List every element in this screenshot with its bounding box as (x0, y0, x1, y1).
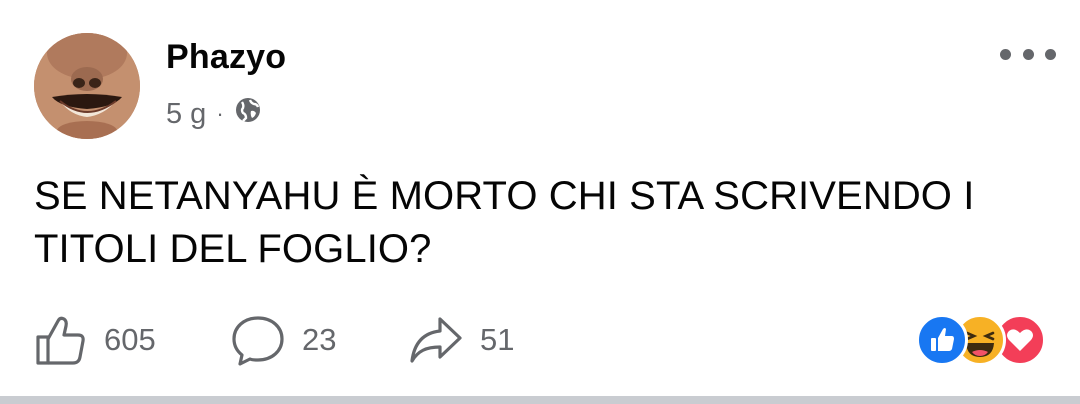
share-button[interactable]: 51 (408, 310, 514, 370)
post-meta: 5 g · (166, 96, 262, 132)
avatar-image (34, 33, 140, 139)
like-count: 605 (104, 322, 156, 357)
author-name[interactable]: Phazyo (166, 38, 286, 77)
post-text: SE NETANYAHU È MORTO CHI STA SCRIVENDO I… (34, 174, 975, 271)
like-reaction-icon (916, 314, 968, 366)
more-dot-icon (1000, 48, 1011, 60)
comment-button[interactable]: 23 (230, 310, 336, 370)
share-count: 51 (480, 322, 515, 357)
like-button[interactable]: 605 (34, 310, 156, 370)
more-dot-icon (1022, 48, 1034, 60)
reactions-summary[interactable] (916, 314, 1048, 366)
post-card: Phazyo 5 g · SE NETANYAHU È MORTO CHI ST… (0, 0, 1080, 404)
more-dot-icon (1045, 48, 1056, 60)
share-arrow-icon (410, 317, 462, 363)
globe-icon[interactable] (234, 96, 262, 132)
meta-separator: · (216, 101, 224, 126)
avatar[interactable] (34, 33, 140, 139)
comment-icon (232, 316, 284, 366)
post-time[interactable]: 5 g (166, 98, 206, 131)
comment-count: 23 (302, 322, 337, 357)
more-options-button[interactable] (1000, 40, 1056, 68)
thumbs-up-icon (36, 316, 85, 365)
action-bar: 605 23 51 (34, 310, 1054, 370)
feed-divider (0, 396, 1080, 404)
